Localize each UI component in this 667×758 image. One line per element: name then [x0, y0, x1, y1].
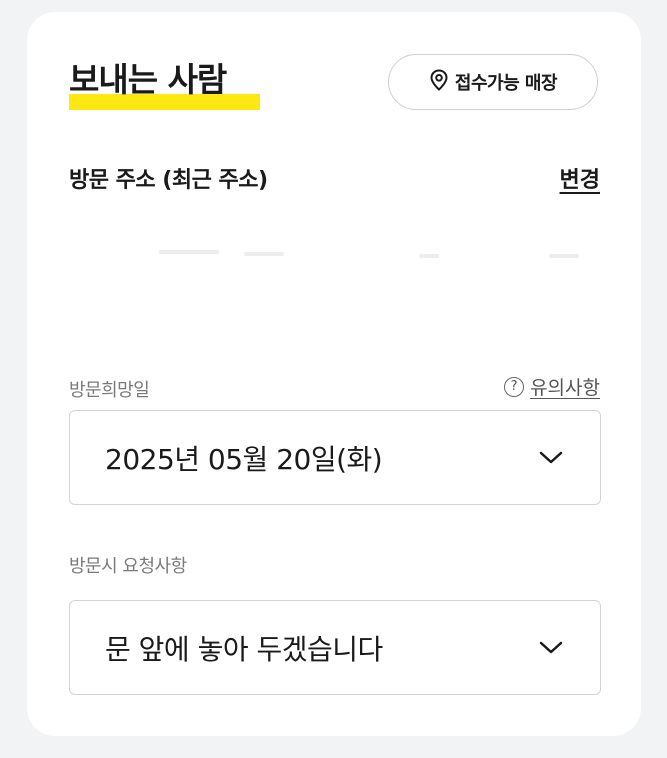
available-stores-label: 접수가능 매장 [454, 73, 558, 94]
visit-request-label: 방문시 요청사항 [69, 556, 187, 577]
available-stores-button[interactable]: 접수가능 매장 [388, 54, 598, 110]
sender-card: 보내는 사람 접수가능 매장 방문 주소 (최근 주소) 변경 방문희망일 ? … [27, 12, 641, 736]
visit-request-value: 문 앞에 놓아 두겠습니다 [105, 632, 383, 666]
location-pin-icon [429, 68, 449, 96]
change-address-link[interactable]: 변경 [560, 162, 600, 194]
section-title-wrap: 보내는 사람 [69, 58, 260, 110]
visit-address-label: 방문 주소 (최근 주소) [69, 168, 268, 193]
notice-link[interactable]: ? 유의사항 [504, 373, 600, 400]
chevron-down-icon [538, 450, 564, 466]
visit-date-select[interactable]: 2025년 05월 20일(화) [69, 410, 601, 505]
address-text-redacted [69, 240, 599, 280]
chevron-down-icon [538, 640, 564, 656]
section-title: 보내는 사람 [69, 60, 227, 99]
visit-date-label: 방문희망일 [69, 380, 150, 401]
question-circle-icon: ? [504, 376, 525, 397]
visit-request-select[interactable]: 문 앞에 놓아 두겠습니다 [69, 600, 601, 695]
notice-link-label: 유의사항 [530, 377, 600, 399]
visit-date-value: 2025년 05월 20일(화) [105, 442, 383, 476]
